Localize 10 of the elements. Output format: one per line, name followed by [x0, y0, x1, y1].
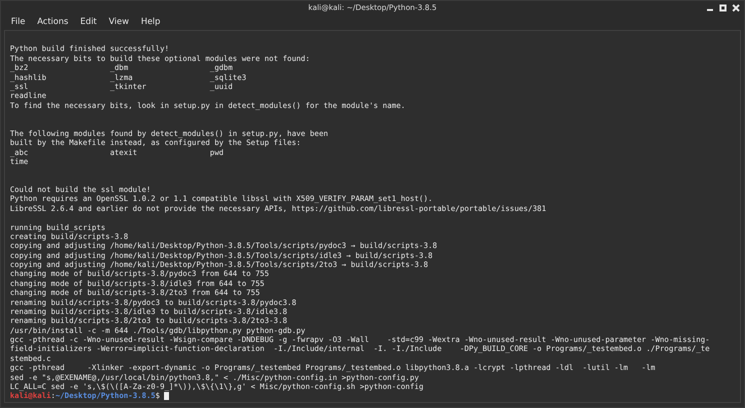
cursor — [164, 392, 169, 400]
maximize-button[interactable] — [718, 3, 727, 12]
menu-item[interactable]: File — [5, 16, 32, 28]
close-button[interactable] — [731, 3, 740, 12]
menu-item[interactable]: Help — [134, 16, 166, 28]
menu-item[interactable]: Actions — [31, 16, 74, 28]
maximize-icon — [718, 4, 726, 12]
menu-item[interactable]: Edit — [74, 16, 103, 28]
close-icon — [732, 4, 740, 12]
menu-item[interactable]: View — [102, 16, 135, 28]
